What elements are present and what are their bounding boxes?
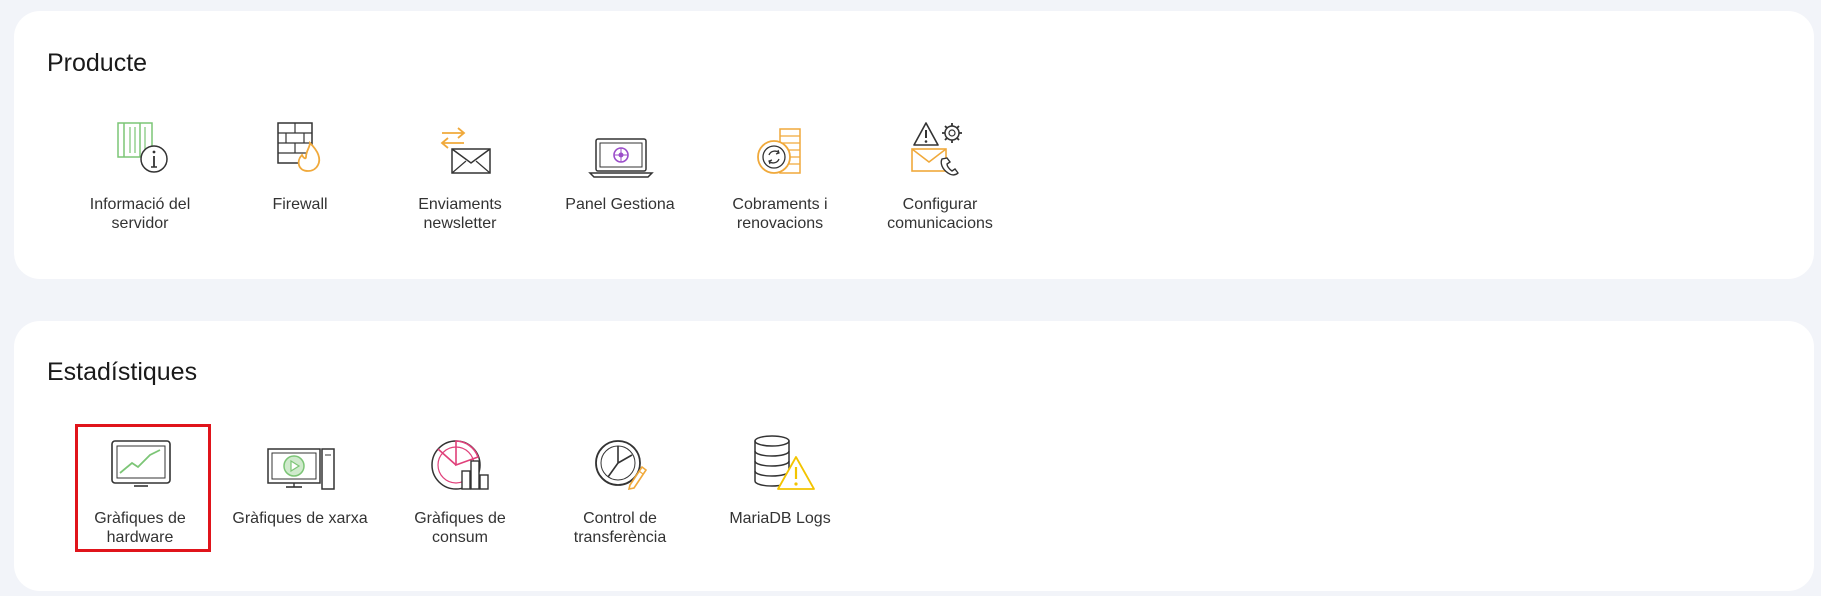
consumption-chart-icon	[424, 433, 496, 499]
server-info-icon	[104, 119, 176, 185]
tile-transfer-control[interactable]: Control de transferència	[540, 433, 700, 547]
tile-label: Control de transferència	[573, 510, 667, 546]
tile-label: Panel Gestiona	[565, 196, 675, 213]
newsletter-icon	[424, 119, 496, 185]
product-title: Producte	[47, 49, 148, 77]
communications-icon	[904, 119, 976, 185]
tile-label: Gràfiques de hardware	[94, 510, 186, 546]
tile-label: Gràfiques de consum	[414, 510, 506, 546]
tile-firewall[interactable]: Firewall	[220, 119, 380, 233]
mariadb-logs-icon	[744, 433, 816, 499]
tile-communications[interactable]: Configurar comunicacions	[860, 119, 1020, 233]
tile-hardware-charts[interactable]: Gràfiques de hardware	[60, 424, 220, 552]
billing-icon	[744, 119, 816, 185]
product-tiles: Informació del servidor Firewall Enviame…	[60, 119, 1020, 233]
stats-tiles: Gràfiques de hardware Gràfiques de xarxa	[60, 424, 860, 552]
tile-billing[interactable]: Cobraments i renovacions	[700, 119, 860, 233]
tile-label: Gràfiques de xarxa	[232, 510, 368, 527]
panel-gestiona-icon	[584, 119, 656, 185]
transfer-control-icon	[584, 433, 656, 499]
tile-label: Informació del servidor	[89, 196, 191, 232]
network-chart-icon	[264, 433, 336, 499]
tile-label: Firewall	[272, 196, 328, 213]
tile-label: Cobraments i renovacions	[732, 196, 828, 232]
tile-consumption-charts[interactable]: Gràfiques de consum	[380, 433, 540, 547]
tile-label: MariaDB Logs	[729, 510, 831, 527]
tile-mariadb-logs[interactable]: MariaDB Logs	[700, 433, 860, 547]
tile-panel-gestiona[interactable]: Panel Gestiona	[540, 119, 700, 233]
tile-newsletter[interactable]: Enviaments newsletter	[380, 119, 540, 233]
stats-panel: Estadístiques Gràfiques de hardware Gràf…	[14, 321, 1814, 591]
tile-server-info[interactable]: Informació del servidor	[60, 119, 220, 233]
stats-title: Estadístiques	[47, 358, 198, 386]
hardware-chart-icon	[104, 433, 176, 499]
firewall-icon	[264, 119, 336, 185]
tile-network-charts[interactable]: Gràfiques de xarxa	[220, 433, 380, 547]
tile-label: Configurar comunicacions	[887, 196, 993, 232]
product-panel: Producte Informació del servidor Firewal…	[14, 11, 1814, 279]
tile-label: Enviaments newsletter	[418, 196, 502, 232]
